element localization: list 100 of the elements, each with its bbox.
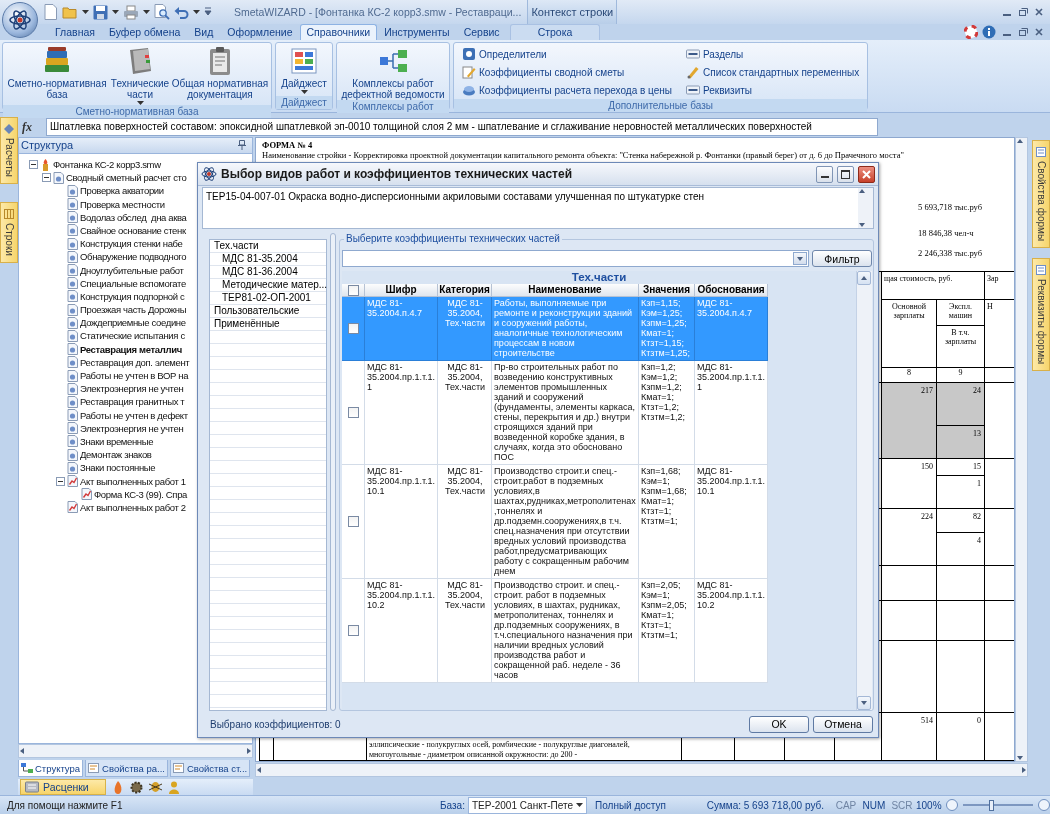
restore-button[interactable] bbox=[1016, 6, 1030, 18]
zoom-out-button[interactable] bbox=[946, 799, 958, 811]
tree-item[interactable]: Электроэнергия не учтен bbox=[80, 422, 184, 434]
collapse-icon[interactable] bbox=[56, 476, 65, 486]
list-item[interactable]: Методические матер... bbox=[210, 279, 326, 292]
vertical-scrollbar[interactable] bbox=[1015, 137, 1028, 762]
ribbon-button[interactable]: Технические части bbox=[109, 45, 171, 105]
ribbon-tab[interactable]: Инструменты bbox=[377, 24, 457, 40]
checkbox[interactable] bbox=[348, 322, 359, 334]
column-header[interactable]: Значения bbox=[639, 284, 695, 297]
slider-thumb[interactable] bbox=[989, 799, 994, 811]
list-item[interactable]: МДС 81-35.2004 bbox=[210, 253, 326, 266]
horizontal-scrollbar[interactable] bbox=[255, 763, 1028, 777]
ribbon-tab[interactable]: Сервис bbox=[456, 24, 507, 40]
panel-tab[interactable]: Структура bbox=[18, 760, 84, 777]
checkbox[interactable] bbox=[348, 624, 359, 636]
vertical-scrollbar[interactable] bbox=[856, 271, 872, 710]
side-tab[interactable]: Свойства формы bbox=[1032, 140, 1050, 249]
customize-icon[interactable] bbox=[204, 7, 212, 17]
side-tab[interactable]: Расчеты bbox=[0, 117, 18, 184]
tree-item[interactable]: Обнаружение подводного bbox=[80, 251, 187, 263]
tree-item[interactable]: Проверка акватории bbox=[80, 185, 164, 197]
tree-item[interactable]: Электроэнергия не учтен bbox=[80, 383, 184, 395]
panel-tab[interactable]: Свойства ра... bbox=[85, 760, 168, 777]
ribbon-tab[interactable]: Справочники bbox=[299, 24, 378, 40]
column-header[interactable]: Шифр bbox=[365, 284, 438, 297]
description-field[interactable]: ТЕР15-04-007-01 Окраска водно-дисперсионными акриловыми составами улучшенная по штукатурке стен bbox=[202, 187, 874, 229]
formula-field[interactable]: Шпатлевка поверхностей составом: эпоксидной шпатлевкой эп-0010 толщиной слоя 2 мм - шпатлевание и сглаживание неровностей металлических поверхностей bbox=[46, 118, 878, 136]
filter-combo[interactable] bbox=[342, 250, 809, 267]
tree-item[interactable]: Знаки постоянные bbox=[80, 462, 156, 474]
caret-icon[interactable] bbox=[112, 10, 119, 14]
filter-button[interactable]: Фильтр bbox=[812, 250, 872, 267]
tree-item[interactable]: Дождеприемные соедине bbox=[80, 317, 186, 329]
tree-item[interactable]: Проезжая часть Дорожны bbox=[80, 304, 187, 316]
checkbox[interactable] bbox=[348, 406, 359, 418]
ribbon-button[interactable]: Сметно-нормативная база bbox=[5, 45, 109, 100]
tree-item[interactable]: Свайное основание стенк bbox=[80, 225, 186, 236]
table-row[interactable] bbox=[342, 297, 768, 361]
save-icon[interactable] bbox=[93, 4, 108, 20]
panel-tab[interactable]: Свойства ст... bbox=[169, 760, 251, 777]
rates-button[interactable]: Расценки bbox=[20, 779, 106, 795]
tree-item[interactable]: Работы не учтен в ВОР на bbox=[80, 370, 189, 382]
list-item[interactable]: Пользовательские bbox=[210, 305, 326, 318]
tree-item[interactable]: Акт выполненных работ 2 bbox=[80, 501, 186, 513]
new-file-icon[interactable] bbox=[44, 4, 58, 20]
list-item[interactable]: Применённые bbox=[210, 318, 326, 331]
list-item[interactable]: ТЕР81-02-ОП-2001 bbox=[210, 292, 326, 305]
ribbon-tab[interactable]: Оформление bbox=[220, 24, 300, 40]
tree-item[interactable]: Проверка местности bbox=[80, 198, 165, 210]
caret-icon[interactable] bbox=[193, 10, 200, 14]
ribbon-button[interactable]: Разделы bbox=[684, 45, 862, 63]
tree-item[interactable]: Конструкция подпорной с bbox=[80, 290, 185, 302]
ribbon-button[interactable]: Список стандартных переменных bbox=[684, 63, 862, 81]
restore-button[interactable] bbox=[1016, 26, 1030, 38]
ribbon-button[interactable]: Коэффициенты расчета перехода в цены bbox=[460, 81, 674, 99]
app-logo[interactable] bbox=[2, 2, 38, 38]
tree-item[interactable]: Реставрация гранитных т bbox=[80, 396, 185, 408]
dialog-button[interactable]: OK bbox=[749, 715, 809, 733]
pin-icon[interactable] bbox=[238, 140, 246, 151]
ribbon-button[interactable]: Дайджест bbox=[278, 45, 330, 94]
tree-item[interactable]: Реставрация доп. элемент bbox=[80, 356, 190, 368]
lifebuoy-icon[interactable] bbox=[964, 25, 978, 39]
tree-item[interactable]: Сводный сметный расчет сто bbox=[66, 172, 187, 184]
bug-icon[interactable] bbox=[148, 781, 162, 793]
base-dropdown[interactable]: ТЕР-2001 Санкт-Пете bbox=[467, 796, 587, 814]
dialog-button[interactable]: Отмена bbox=[813, 715, 873, 733]
column-header[interactable]: Наименование bbox=[492, 284, 639, 297]
list-item[interactable]: МДС 81-36.2004 bbox=[210, 266, 326, 279]
zoom-in-button[interactable] bbox=[1038, 799, 1050, 811]
tree-item[interactable]: Работы не учтен в дефект bbox=[80, 409, 188, 421]
checkbox[interactable] bbox=[348, 515, 359, 527]
collapse-icon[interactable] bbox=[29, 160, 38, 170]
close-button[interactable] bbox=[1032, 26, 1046, 38]
tree-item[interactable]: Реставрация металлич bbox=[80, 343, 182, 355]
ribbon-button[interactable]: Определители bbox=[460, 45, 674, 63]
ribbon-tab[interactable]: Строка bbox=[510, 24, 600, 40]
column-header[interactable]: Обоснования bbox=[695, 284, 768, 297]
ribbon-button[interactable]: Реквизиты bbox=[684, 81, 862, 99]
side-tab[interactable]: Строки bbox=[0, 202, 18, 263]
minimize-button[interactable] bbox=[816, 165, 833, 183]
ribbon-tab[interactable]: Буфер обмена bbox=[101, 24, 188, 40]
close-button[interactable] bbox=[1032, 6, 1046, 18]
table-row[interactable] bbox=[342, 361, 768, 465]
checkbox[interactable] bbox=[347, 284, 359, 296]
table-row[interactable] bbox=[342, 579, 768, 683]
caret-icon[interactable] bbox=[82, 10, 89, 14]
ribbon-button[interactable]: Общая нормативная документация bbox=[171, 45, 269, 100]
column-header[interactable]: Категория bbox=[438, 284, 492, 297]
tree-item[interactable]: Акт выполненных работ 1 bbox=[80, 475, 186, 487]
ribbon-tab[interactable]: Вид bbox=[187, 24, 221, 40]
print-preview-icon[interactable] bbox=[154, 4, 170, 20]
tree-item[interactable]: Дноуглубительные работ bbox=[80, 264, 184, 276]
ribbon-button[interactable]: Коэффициенты сводной сметы bbox=[460, 63, 674, 81]
ribbon-tab[interactable]: Главная bbox=[48, 24, 102, 40]
horizontal-scrollbar[interactable] bbox=[18, 744, 253, 759]
table-row[interactable] bbox=[342, 465, 768, 579]
tree-item[interactable]: Демонтаж знаков bbox=[80, 449, 152, 461]
maximize-button[interactable] bbox=[837, 165, 854, 183]
close-button[interactable] bbox=[858, 165, 875, 183]
tree-item[interactable]: Конструкция стенки набе bbox=[80, 238, 183, 250]
